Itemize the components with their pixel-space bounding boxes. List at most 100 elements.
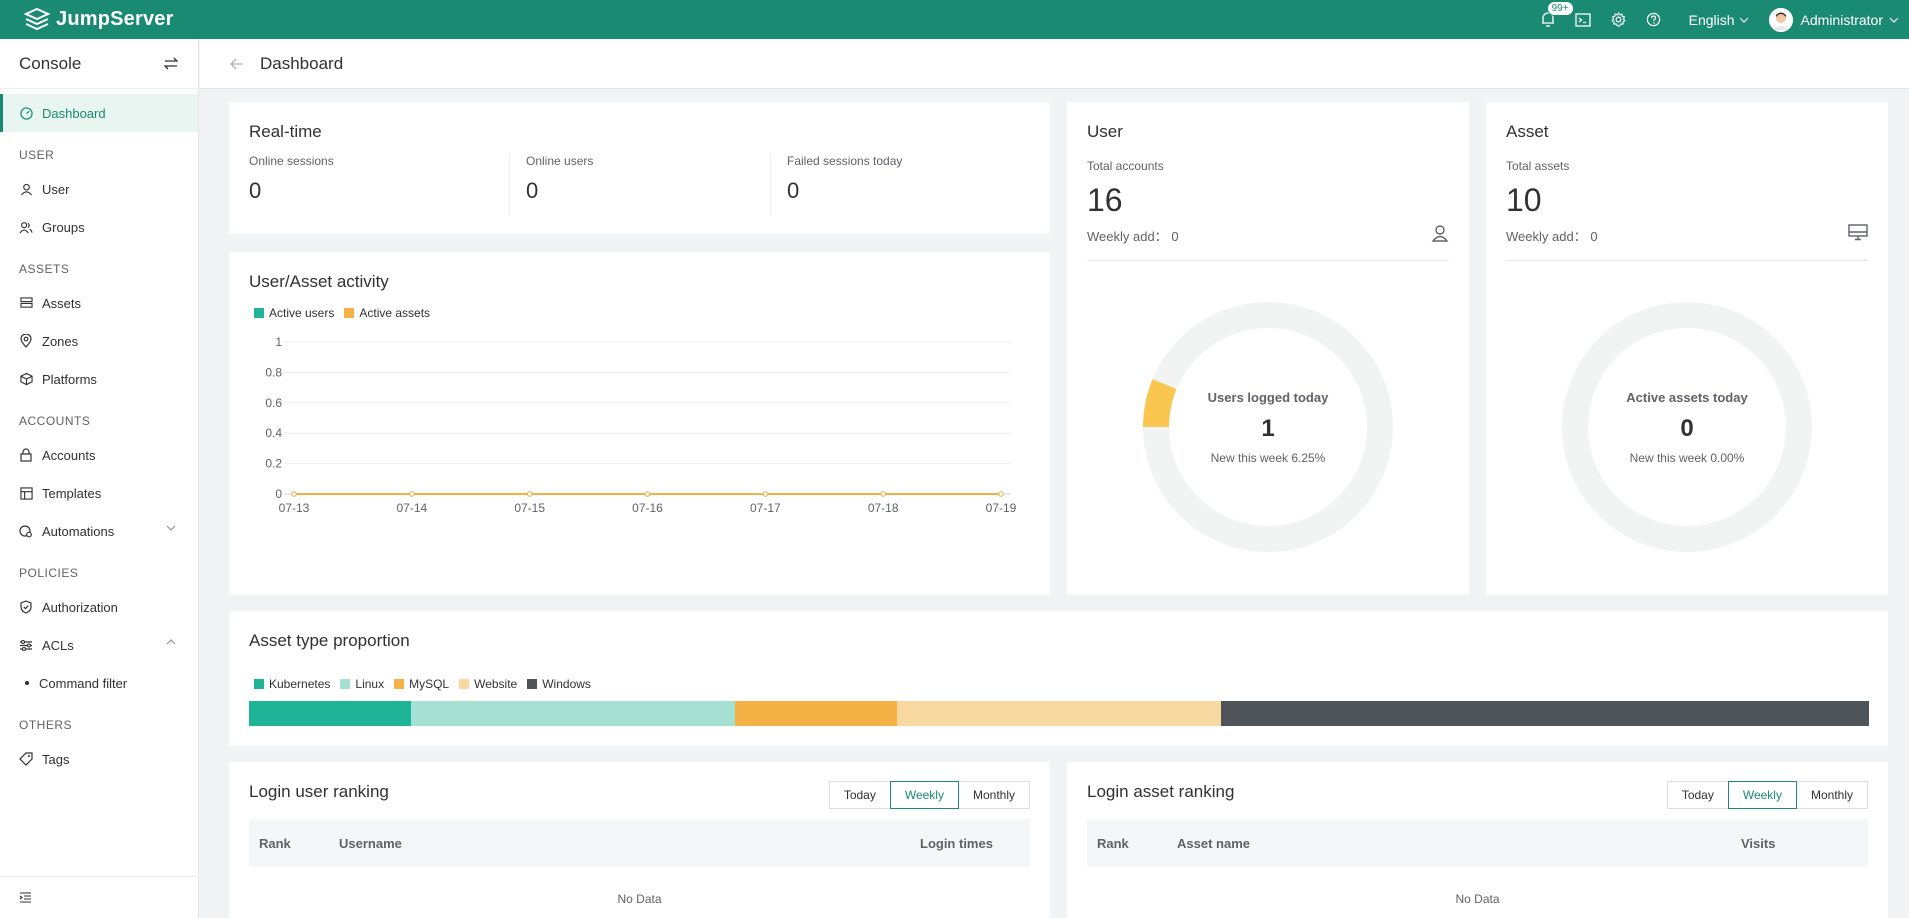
- legend-swatch: [527, 679, 538, 689]
- legend-item-active-assets[interactable]: Active assets: [344, 306, 430, 320]
- shield-icon: [19, 600, 33, 614]
- sidebar-item-zones[interactable]: Zones: [0, 322, 198, 360]
- total-accounts-label: Total accounts: [1087, 159, 1164, 173]
- legend-item-mysql[interactable]: MySQL: [394, 677, 449, 691]
- tab-weekly[interactable]: Weekly: [1727, 781, 1797, 809]
- column-header-rank[interactable]: Rank: [1097, 836, 1129, 851]
- sidebar-item-label: Templates: [42, 485, 102, 501]
- empty-state: No Data: [617, 892, 662, 906]
- avatar: [1768, 7, 1793, 32]
- x-tick-label: 07-17: [750, 501, 781, 515]
- x-tick-label: 07-15: [514, 501, 545, 515]
- page-title: Dashboard: [260, 53, 344, 73]
- user-card-title: User: [1087, 122, 1123, 141]
- divider: [509, 154, 510, 216]
- column-header-rank[interactable]: Rank: [259, 836, 291, 851]
- total-accounts-value: 16: [1087, 182, 1123, 218]
- settings-button[interactable]: [1601, 0, 1636, 39]
- automation-icon: [19, 524, 33, 538]
- sidebar-item-templates[interactable]: Templates: [0, 474, 198, 512]
- legend-label: Website: [474, 677, 518, 691]
- legend-swatch: [394, 679, 405, 689]
- switch-view-icon[interactable]: [164, 57, 178, 70]
- top-navbar: JumpServer 99+ English Administrator: [0, 0, 1909, 39]
- bar-segment-linux[interactable]: [411, 701, 735, 726]
- donut-label: Active assets today 0 New this week 0.00…: [1562, 302, 1812, 552]
- bar-segment-website[interactable]: [897, 701, 1221, 726]
- back-button[interactable]: [230, 58, 244, 70]
- tab-today[interactable]: Today: [1666, 781, 1729, 809]
- data-point: [526, 491, 533, 497]
- weekly-add-value: 0: [1171, 229, 1179, 244]
- help-button[interactable]: [1636, 0, 1671, 39]
- users-logged-donut[interactable]: Users logged today 1 New this week 6.25%: [1143, 302, 1393, 552]
- sidebar-item-assets[interactable]: Assets: [0, 284, 198, 322]
- legend-item-active-users[interactable]: Active users: [254, 306, 334, 320]
- tab-monthly[interactable]: Monthly: [1795, 781, 1868, 809]
- sidebar-item-label: Platforms: [42, 371, 97, 387]
- column-header-asset-name[interactable]: Asset name: [1177, 836, 1250, 851]
- app-logo[interactable]: JumpServer: [24, 7, 174, 32]
- sidebar-item-automations[interactable]: Automations: [0, 512, 198, 550]
- user-icon: [19, 182, 33, 196]
- notifications-button[interactable]: 99+: [1531, 0, 1574, 39]
- sidebar-item-label: Command filter: [39, 675, 128, 691]
- failed-sessions-label: Failed sessions today: [787, 154, 903, 168]
- sidebar-section-policies: POLICIES: [19, 566, 79, 580]
- activity-card: User/Asset activity Active users Active …: [229, 252, 1050, 595]
- donut-value: 0: [1680, 414, 1694, 442]
- sidebar-item-command-filter[interactable]: Command filter: [0, 664, 198, 702]
- data-point: [291, 491, 297, 497]
- bar-segment-mysql[interactable]: [735, 701, 897, 726]
- asset-type-title: Asset type proportion: [249, 631, 410, 650]
- web-terminal-button[interactable]: [1566, 0, 1601, 39]
- sidebar-item-acls[interactable]: ACLs: [0, 626, 198, 664]
- column-header-login-times[interactable]: Login times: [920, 836, 993, 851]
- collapse-menu-icon: [19, 892, 31, 903]
- period-toggle: Today Weekly Monthly: [828, 781, 1030, 809]
- tab-today[interactable]: Today: [828, 781, 891, 809]
- bar-segment-kubernetes[interactable]: [249, 701, 411, 726]
- legend-swatch: [254, 308, 264, 318]
- online-users-stat[interactable]: Online users 0: [526, 154, 593, 216]
- y-tick-label: 0.2: [265, 457, 282, 471]
- language-selector[interactable]: English: [1689, 12, 1749, 28]
- legend-item-windows[interactable]: Windows: [527, 677, 591, 691]
- legend-item-linux[interactable]: Linux: [340, 677, 384, 691]
- y-tick-label: 0.6: [265, 396, 282, 410]
- sidebar-collapse-button[interactable]: [0, 876, 198, 918]
- sidebar-section-user: USER: [19, 148, 55, 162]
- lock-icon: [19, 448, 33, 462]
- location-pin-icon: [19, 334, 33, 348]
- online-sessions-stat[interactable]: Online sessions 0: [249, 154, 334, 216]
- sidebar-item-user[interactable]: User: [0, 170, 198, 208]
- x-tick-label: 07-19: [986, 501, 1017, 515]
- tab-weekly[interactable]: Weekly: [889, 781, 959, 809]
- legend-label: Active users: [269, 306, 335, 320]
- sidebar-item-accounts[interactable]: Accounts: [0, 436, 198, 474]
- sidebar-item-groups[interactable]: Groups: [0, 208, 198, 246]
- sidebar-item-label: Authorization: [42, 599, 118, 615]
- jumpserver-logo-icon: [24, 7, 50, 30]
- sidebar-item-tags[interactable]: Tags: [0, 740, 198, 778]
- legend-item-kubernetes[interactable]: Kubernetes: [254, 677, 330, 691]
- legend-label: Kubernetes: [269, 677, 331, 691]
- legend-item-website[interactable]: Website: [459, 677, 517, 691]
- sidebar-item-platforms[interactable]: Platforms: [0, 360, 198, 398]
- table-header: Rank Asset name Visits: [1087, 819, 1868, 867]
- failed-sessions-stat[interactable]: Failed sessions today 0: [787, 154, 902, 216]
- bar-segment-windows[interactable]: [1221, 701, 1869, 726]
- column-header-visits[interactable]: Visits: [1741, 836, 1775, 851]
- table-header: Rank Username Login times: [249, 819, 1030, 867]
- sidebar-item-authorization[interactable]: Authorization: [0, 588, 198, 626]
- empty-state: No Data: [1455, 892, 1500, 906]
- sidebar-item-label: Assets: [42, 295, 82, 311]
- sidebar-item-dashboard[interactable]: Dashboard: [0, 94, 198, 132]
- sidebar-item-label: Accounts: [42, 447, 96, 463]
- active-assets-donut[interactable]: Active assets today 0 New this week 0.00…: [1562, 302, 1812, 552]
- tab-monthly[interactable]: Monthly: [957, 781, 1030, 809]
- column-header-username[interactable]: Username: [339, 836, 402, 851]
- chevron-down-icon: [1889, 17, 1899, 23]
- realtime-title: Real-time: [249, 122, 322, 141]
- user-menu[interactable]: Administrator: [1768, 7, 1899, 32]
